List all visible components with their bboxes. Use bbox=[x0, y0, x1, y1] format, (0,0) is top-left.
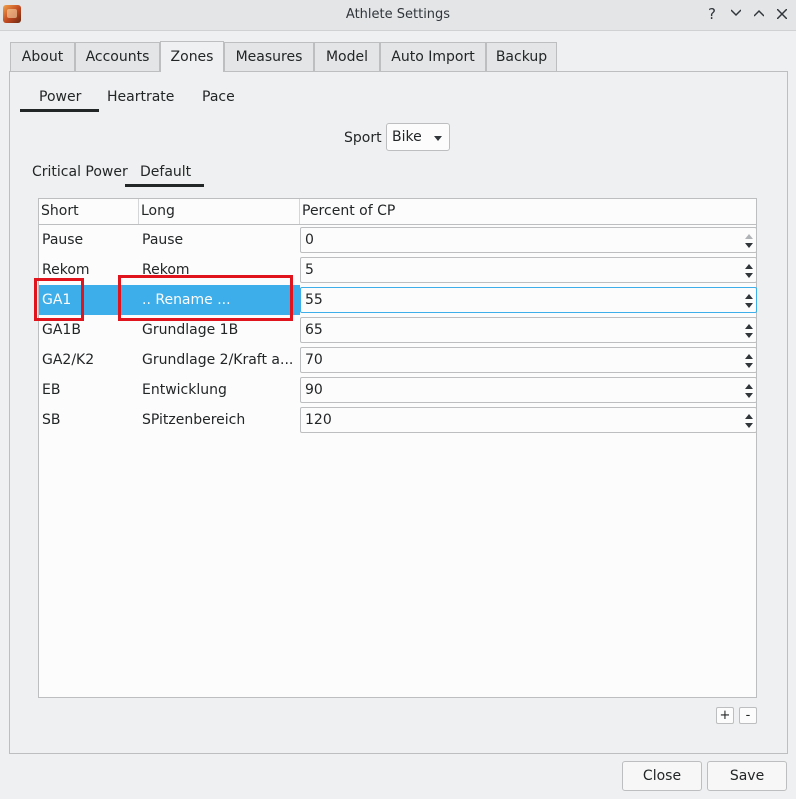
percent-spinbox[interactable]: 55 bbox=[300, 287, 757, 313]
cell-long-editing[interactable]: .. Rename ... bbox=[139, 285, 300, 315]
tab-measures[interactable]: Measures bbox=[224, 42, 314, 71]
cell-long[interactable]: Pause bbox=[139, 225, 300, 255]
tab-pace[interactable]: Pace bbox=[202, 89, 235, 105]
tab-heartrate[interactable]: Heartrate bbox=[107, 89, 174, 105]
sport-label: Sport bbox=[344, 130, 382, 146]
cell-short[interactable]: GA2/K2 bbox=[39, 345, 139, 375]
sport-select[interactable]: Bike bbox=[386, 123, 450, 151]
minimize-button[interactable] bbox=[726, 4, 746, 24]
table-row[interactable]: SB SPitzenbereich 120 bbox=[39, 405, 757, 435]
active-range-indicator bbox=[125, 184, 204, 187]
cell-long[interactable]: SPitzenbereich bbox=[139, 405, 300, 435]
percent-spinbox[interactable]: 70 bbox=[300, 347, 757, 373]
table-row[interactable]: GA1B Grundlage 1B 65 bbox=[39, 315, 757, 345]
percent-spinbox[interactable]: 0 bbox=[300, 227, 757, 253]
header-short[interactable]: Short bbox=[39, 199, 139, 224]
cell-short[interactable]: Rekom bbox=[39, 255, 139, 285]
spin-down-icon[interactable] bbox=[745, 363, 753, 368]
maximize-button[interactable] bbox=[749, 4, 769, 24]
title-bar: Athlete Settings ? bbox=[0, 0, 796, 31]
tab-power[interactable]: Power bbox=[39, 89, 81, 105]
active-tab-indicator bbox=[20, 109, 99, 112]
table-row[interactable]: GA2/K2 Grundlage 2/Kraft a... 70 bbox=[39, 345, 757, 375]
spin-up-icon[interactable] bbox=[745, 384, 753, 389]
close-button[interactable]: Close bbox=[622, 761, 702, 791]
cell-long[interactable]: Entwicklung bbox=[139, 375, 300, 405]
sport-value: Bike bbox=[392, 129, 422, 145]
header-percent[interactable]: Percent of CP bbox=[300, 199, 756, 224]
percent-value: 65 bbox=[305, 322, 323, 338]
save-button[interactable]: Save bbox=[707, 761, 787, 791]
tab-critical-power[interactable]: Critical Power bbox=[32, 164, 128, 180]
cell-short[interactable]: GA1B bbox=[39, 315, 139, 345]
percent-value: 90 bbox=[305, 382, 323, 398]
percent-value: 5 bbox=[305, 262, 314, 278]
dropdown-arrow-icon bbox=[434, 136, 442, 141]
chevron-down-icon bbox=[731, 9, 741, 17]
chevron-up-icon bbox=[754, 9, 764, 17]
spin-up-icon[interactable] bbox=[745, 234, 753, 239]
tab-about[interactable]: About bbox=[10, 42, 75, 71]
tab-default[interactable]: Default bbox=[140, 164, 191, 180]
percent-spinbox[interactable]: 90 bbox=[300, 377, 757, 403]
table-row[interactable]: Pause Pause 0 bbox=[39, 225, 757, 255]
percent-value: 0 bbox=[305, 232, 314, 248]
spin-down-icon[interactable] bbox=[745, 273, 753, 278]
cell-long[interactable]: Grundlage 1B bbox=[139, 315, 300, 345]
table-row[interactable]: EB Entwicklung 90 bbox=[39, 375, 757, 405]
tab-backup[interactable]: Backup bbox=[486, 42, 557, 71]
cell-long[interactable]: Grundlage 2/Kraft a... bbox=[139, 345, 300, 375]
table-row-selected[interactable]: GA1 .. Rename ... 55 bbox=[39, 285, 757, 315]
tab-auto-import[interactable]: Auto Import bbox=[380, 42, 486, 71]
cell-short[interactable]: EB bbox=[39, 375, 139, 405]
percent-value: 70 bbox=[305, 352, 323, 368]
spin-down-icon[interactable] bbox=[745, 393, 753, 398]
tab-model[interactable]: Model bbox=[314, 42, 380, 71]
spin-down-icon[interactable] bbox=[745, 303, 753, 308]
close-icon bbox=[777, 9, 787, 19]
spin-up-icon[interactable] bbox=[745, 264, 753, 269]
close-window-button[interactable] bbox=[772, 4, 792, 24]
cell-short[interactable]: SB bbox=[39, 405, 139, 435]
cell-short[interactable]: GA1 bbox=[39, 285, 139, 315]
percent-spinbox[interactable]: 120 bbox=[300, 407, 757, 433]
spin-down-icon[interactable] bbox=[745, 423, 753, 428]
cell-long[interactable]: Rekom bbox=[139, 255, 300, 285]
spin-up-icon[interactable] bbox=[745, 324, 753, 329]
spin-down-icon[interactable] bbox=[745, 333, 753, 338]
tab-accounts[interactable]: Accounts bbox=[75, 42, 160, 71]
table-row[interactable]: Rekom Rekom 5 bbox=[39, 255, 757, 285]
window-title: Athlete Settings bbox=[345, 7, 451, 22]
cell-short[interactable]: Pause bbox=[39, 225, 139, 255]
table-header: Short Long Percent of CP bbox=[39, 199, 756, 225]
add-zone-button[interactable]: + bbox=[716, 707, 734, 724]
zones-table: Short Long Percent of CP Pause Pause 0 R… bbox=[38, 198, 757, 698]
spin-down-icon[interactable] bbox=[745, 243, 753, 248]
help-button[interactable]: ? bbox=[702, 4, 722, 24]
spin-up-icon[interactable] bbox=[745, 294, 753, 299]
percent-spinbox[interactable]: 65 bbox=[300, 317, 757, 343]
spin-up-icon[interactable] bbox=[745, 354, 753, 359]
header-long[interactable]: Long bbox=[139, 199, 300, 224]
remove-zone-button[interactable]: - bbox=[739, 707, 757, 724]
percent-value: 55 bbox=[305, 292, 323, 308]
percent-spinbox[interactable]: 5 bbox=[300, 257, 757, 283]
tab-zones[interactable]: Zones bbox=[160, 41, 224, 72]
spin-up-icon[interactable] bbox=[745, 414, 753, 419]
percent-value: 120 bbox=[305, 412, 332, 428]
